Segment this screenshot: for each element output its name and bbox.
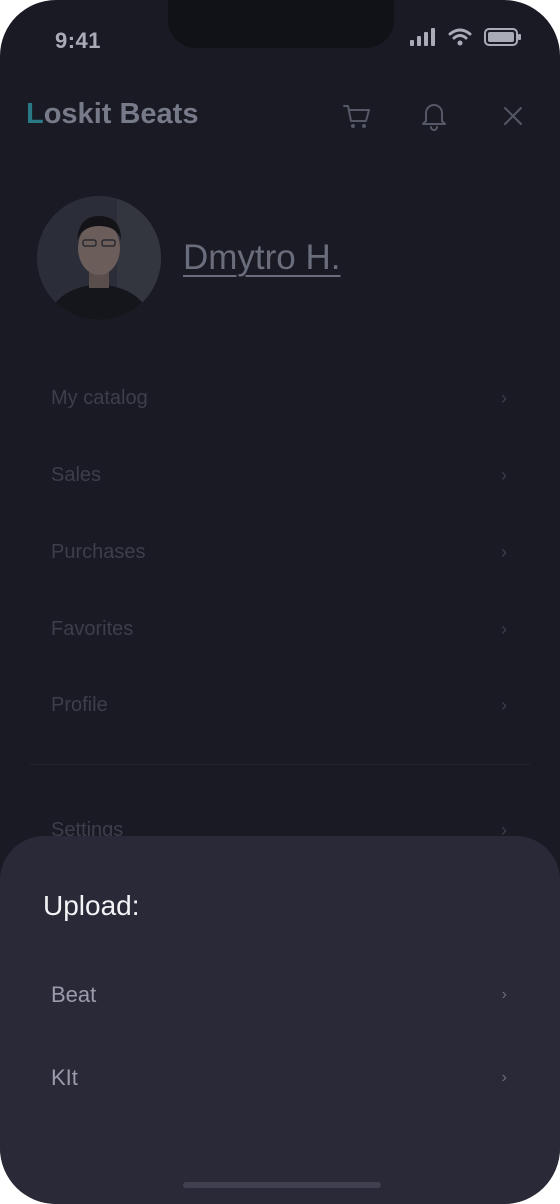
upload-sheet: Upload: Beat › KIt › (0, 836, 560, 1204)
home-indicator[interactable] (183, 1182, 381, 1188)
menu-item-my-catalog[interactable]: My catalog › (51, 368, 507, 428)
bell-icon[interactable] (417, 98, 451, 134)
chevron-right-icon: › (501, 464, 507, 485)
chevron-right-icon: › (501, 541, 507, 562)
avatar[interactable] (37, 196, 161, 320)
menu-item-profile[interactable]: Profile › (51, 675, 507, 735)
menu-item-label: My catalog (51, 386, 148, 409)
user-name-link[interactable]: Dmytro H. (183, 238, 341, 278)
wifi-icon (448, 28, 472, 51)
sheet-item-label: KIt (51, 1065, 78, 1090)
menu-item-purchases[interactable]: Purchases › (51, 522, 507, 582)
phone-screen: 9:41 Loskit Beats Dmytro H. My catalog ›… (0, 0, 560, 1204)
menu-item-label: Purchases (51, 540, 146, 563)
device-notch (168, 0, 394, 48)
status-icons (410, 28, 522, 51)
chevron-right-icon: › (501, 986, 507, 1003)
menu-item-label: Favorites (51, 617, 134, 640)
brand-initial: L (26, 98, 44, 130)
menu-item-label: Sales (51, 463, 102, 486)
signal-icon (410, 28, 436, 51)
sheet-item-label: Beat (51, 982, 97, 1007)
chevron-right-icon: › (501, 1069, 507, 1086)
brand-logo[interactable]: Loskit Beats (26, 98, 198, 131)
close-icon[interactable] (496, 98, 530, 134)
menu-item-label: Profile (51, 693, 108, 716)
menu-divider (30, 764, 530, 765)
chevron-right-icon: › (501, 618, 507, 639)
chevron-right-icon: › (501, 387, 507, 408)
upload-option-kit[interactable]: KIt › (51, 1053, 507, 1103)
menu-item-sales[interactable]: Sales › (51, 445, 507, 505)
upload-option-beat[interactable]: Beat › (51, 970, 507, 1020)
chevron-right-icon: › (501, 694, 507, 715)
cart-icon[interactable] (340, 98, 374, 134)
battery-icon (484, 28, 522, 51)
status-time: 9:41 (55, 28, 102, 53)
sheet-title: Upload: (43, 890, 140, 921)
menu-item-favorites[interactable]: Favorites › (51, 599, 507, 659)
brand-name: oskit Beats (43, 98, 199, 130)
